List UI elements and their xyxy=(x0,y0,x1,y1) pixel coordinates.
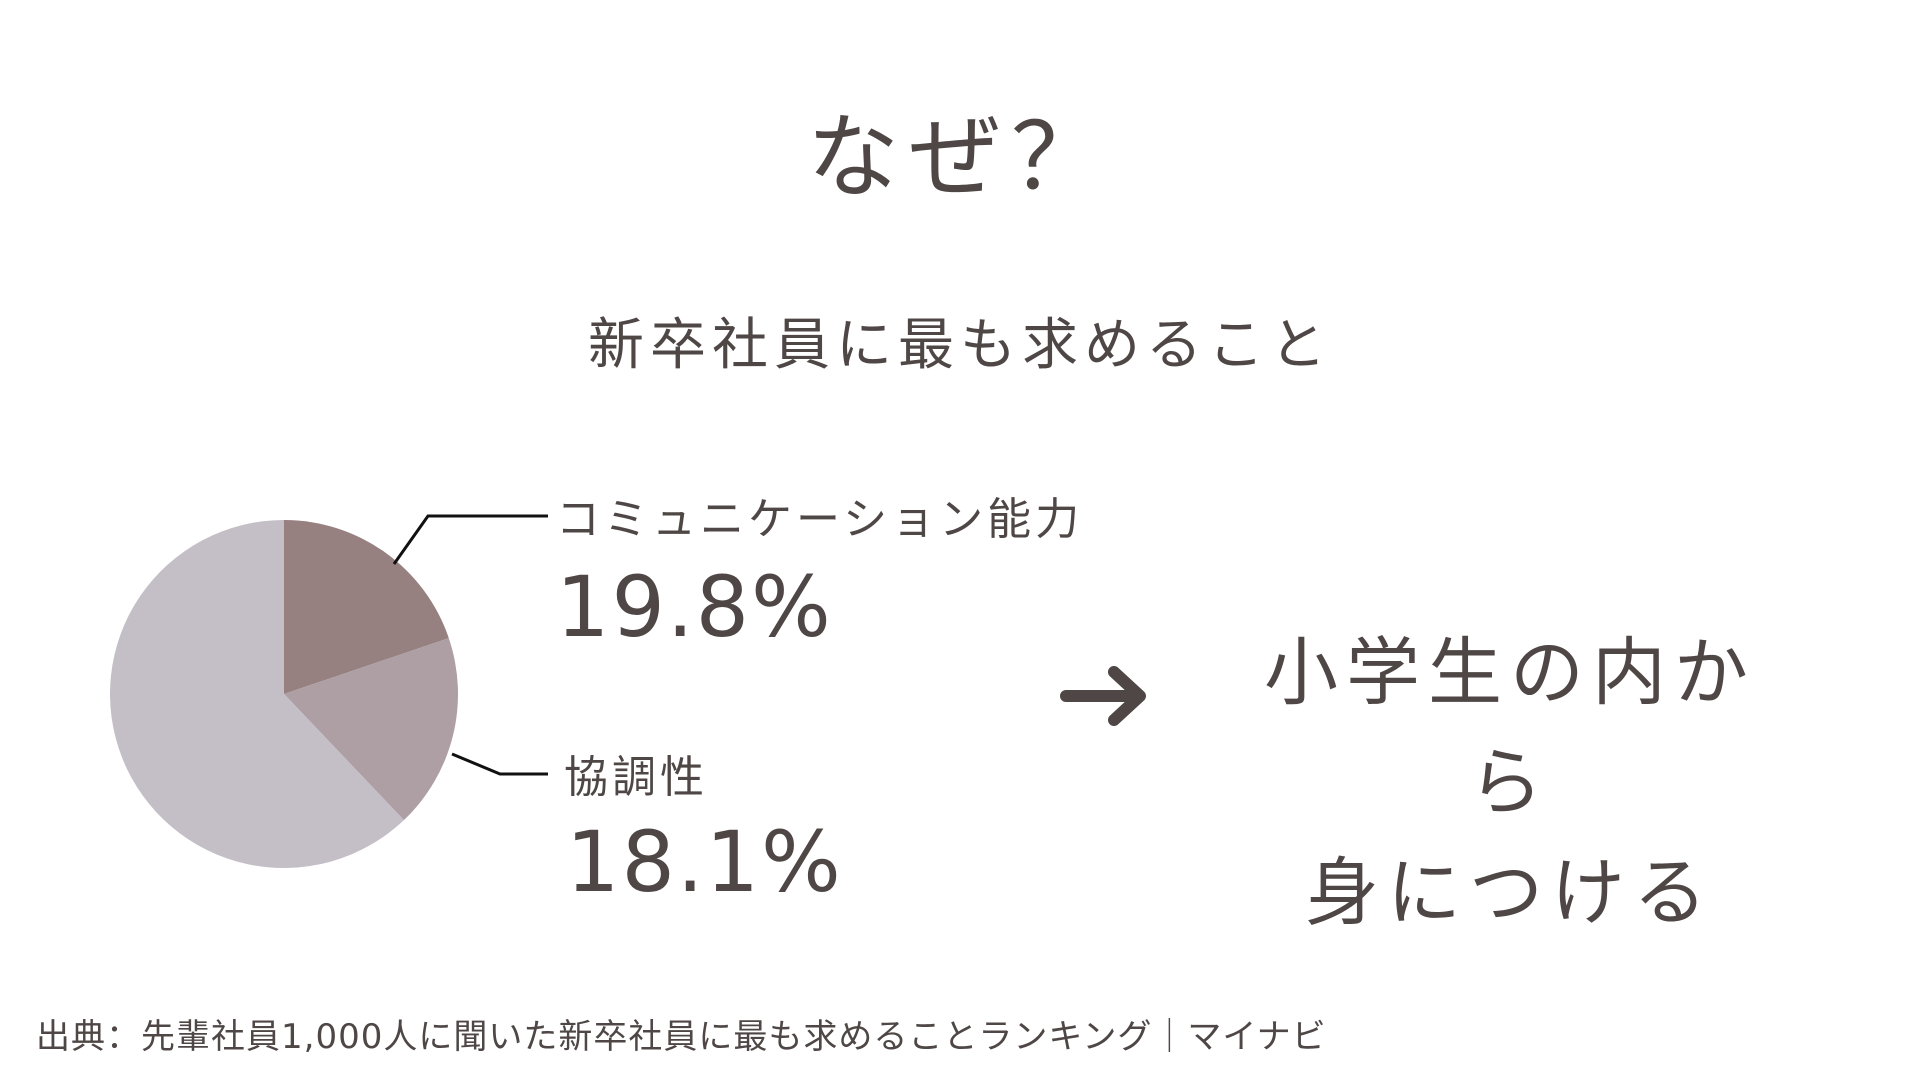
leader-line-communication xyxy=(392,514,548,565)
slice-label-communication: コミュニケーション能力 xyxy=(556,494,1084,545)
slice-label-cooperation: 協調性 xyxy=(564,752,708,803)
conclusion-line-1: 小学生の内から xyxy=(1264,630,1756,826)
pie-slices xyxy=(110,520,458,868)
conclusion-text: 小学生の内から 身につける xyxy=(1230,618,1790,948)
arrow-right-icon xyxy=(1060,666,1146,726)
leader-line-cooperation xyxy=(451,752,548,776)
slice-value-communication: 19.8% xyxy=(556,558,833,656)
page-title: なぜ？ xyxy=(806,104,1113,211)
chart-subtitle: 新卒社員に最も求めること xyxy=(588,313,1332,378)
conclusion-line-2: 身につける xyxy=(1305,850,1715,936)
source-citation: 出典：先輩社員1,000人に聞いた新卒社員に最も求めることランキング｜マイナビ xyxy=(36,1017,1327,1057)
slice-value-cooperation: 18.1% xyxy=(566,813,843,911)
